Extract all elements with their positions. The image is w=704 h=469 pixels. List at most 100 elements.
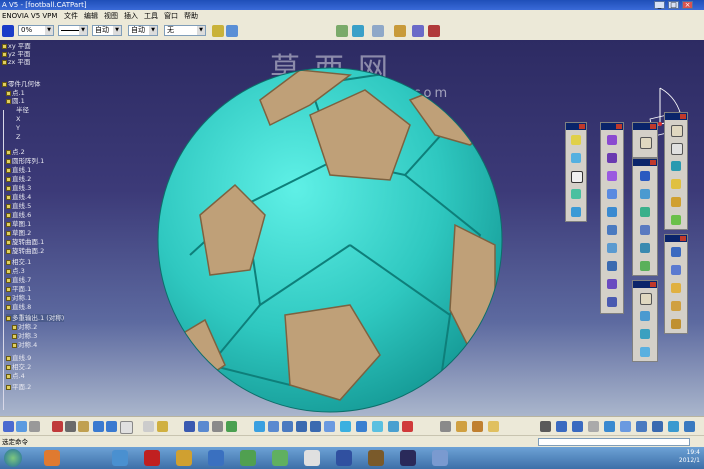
constraint-icon[interactable] bbox=[620, 421, 631, 432]
copy-icon[interactable] bbox=[65, 421, 76, 432]
pan-icon[interactable] bbox=[268, 421, 279, 432]
tree-node[interactable]: 对称.2 bbox=[12, 323, 37, 331]
tree-node[interactable]: 对称.3 bbox=[12, 332, 37, 340]
toolbar-wireframe[interactable] bbox=[565, 122, 587, 222]
tree-node[interactable]: 草图.1 bbox=[6, 220, 31, 228]
fillet-icon[interactable] bbox=[394, 25, 406, 37]
symmetry-tool-icon[interactable] bbox=[671, 125, 683, 137]
render-icon[interactable] bbox=[652, 421, 663, 432]
tree-node[interactable]: 直线.6 bbox=[6, 211, 31, 219]
pdf-icon[interactable] bbox=[144, 450, 160, 466]
measure-icon[interactable] bbox=[428, 25, 440, 37]
tree-node[interactable]: yz 平面 bbox=[2, 50, 30, 58]
menu-window[interactable]: 窗口 bbox=[164, 10, 178, 22]
close-icon[interactable] bbox=[579, 124, 585, 129]
helix-tool-icon[interactable] bbox=[640, 347, 650, 357]
revolve-surface-icon[interactable] bbox=[607, 153, 617, 163]
toolbar-tools[interactable] bbox=[632, 280, 658, 362]
law-tool-icon[interactable] bbox=[640, 293, 652, 305]
axis-to-axis-icon[interactable] bbox=[671, 179, 681, 189]
transparency-select[interactable]: 0% ▼ bbox=[18, 25, 54, 36]
toolbar-operations-2[interactable] bbox=[632, 158, 658, 276]
join-icon[interactable] bbox=[412, 25, 424, 37]
browser-icon[interactable] bbox=[44, 450, 60, 466]
point-tool-icon[interactable] bbox=[571, 135, 581, 145]
formula-icon[interactable] bbox=[143, 421, 154, 432]
plane-icon[interactable] bbox=[352, 25, 364, 37]
tree-node[interactable]: 半径 bbox=[16, 106, 29, 114]
print-icon[interactable] bbox=[29, 421, 40, 432]
color-swatch-icon[interactable] bbox=[2, 25, 14, 37]
sweep-surface-icon[interactable] bbox=[607, 207, 617, 217]
extrapolate-tool-icon[interactable] bbox=[671, 197, 681, 207]
extrude-surface-icon[interactable] bbox=[607, 135, 617, 145]
tree-node[interactable]: 直线.2 bbox=[6, 175, 31, 183]
start-button-icon[interactable] bbox=[4, 449, 22, 467]
photo-icon[interactable] bbox=[432, 450, 448, 466]
tree-node[interactable]: 圆.1 bbox=[6, 97, 25, 105]
tree-node[interactable]: Z bbox=[16, 133, 20, 141]
tree-node[interactable]: 直线.3 bbox=[6, 184, 31, 192]
command-input[interactable] bbox=[538, 438, 690, 446]
toolbar-operations-1[interactable] bbox=[632, 122, 658, 158]
environment-icon[interactable] bbox=[668, 421, 679, 432]
paste-icon[interactable] bbox=[78, 421, 89, 432]
tree-node[interactable]: 直线.8 bbox=[6, 303, 31, 311]
fill-surface-icon[interactable] bbox=[607, 225, 617, 235]
tree-node[interactable]: 点.4 bbox=[6, 372, 25, 380]
messenger-icon[interactable] bbox=[272, 450, 288, 466]
tree-node[interactable]: 相交.2 bbox=[6, 363, 31, 371]
sphere-surface-icon[interactable] bbox=[607, 171, 617, 181]
trim-surface-icon[interactable] bbox=[607, 297, 617, 307]
close-icon[interactable] bbox=[680, 114, 686, 119]
snap-icon[interactable] bbox=[556, 421, 567, 432]
media-icon[interactable] bbox=[336, 450, 352, 466]
translate-tool-icon[interactable] bbox=[640, 243, 650, 253]
paint-icon[interactable] bbox=[212, 25, 224, 37]
minimize-icon[interactable]: _ bbox=[654, 1, 665, 9]
scaling-tool-icon[interactable] bbox=[671, 143, 683, 155]
sketcher-icon[interactable] bbox=[440, 421, 451, 432]
projection-tool-icon[interactable] bbox=[571, 189, 581, 199]
menu-insert[interactable]: 插入 bbox=[124, 10, 138, 22]
circle-tool-icon[interactable] bbox=[571, 207, 581, 217]
tree-node[interactable]: 直线.1 bbox=[6, 166, 31, 174]
table-icon[interactable] bbox=[588, 421, 599, 432]
parallel-curve-icon[interactable] bbox=[640, 311, 650, 321]
tree-node[interactable]: Y bbox=[16, 124, 20, 132]
tree-node[interactable]: 点.1 bbox=[6, 89, 25, 97]
toolbar-surfaces[interactable] bbox=[600, 122, 624, 314]
tree-node[interactable]: 旋转曲面.2 bbox=[6, 247, 44, 255]
shading-icon[interactable] bbox=[356, 421, 367, 432]
linetype-select[interactable]: ▼ bbox=[58, 25, 88, 36]
axis-cmd-icon[interactable] bbox=[488, 421, 499, 432]
catalog-icon[interactable] bbox=[184, 421, 195, 432]
menu-view[interactable]: 视图 bbox=[104, 10, 118, 22]
tree-node-selected[interactable]: 多重输出.1 (对称) bbox=[6, 314, 65, 322]
tree-node[interactable]: 旋转曲面.1 bbox=[6, 238, 44, 246]
swap-visible-icon[interactable] bbox=[388, 421, 399, 432]
cut-icon[interactable] bbox=[52, 421, 63, 432]
explorer-icon[interactable] bbox=[112, 450, 128, 466]
close-icon[interactable] bbox=[650, 160, 656, 165]
chat-icon[interactable] bbox=[240, 450, 256, 466]
grid-icon[interactable] bbox=[540, 421, 551, 432]
clock[interactable]: 19:4 2012/1 bbox=[679, 449, 700, 465]
close-icon[interactable] bbox=[616, 124, 622, 129]
close-icon[interactable]: × bbox=[682, 1, 693, 9]
measure-tool-icon[interactable] bbox=[402, 421, 413, 432]
plane-tool-icon[interactable] bbox=[571, 171, 583, 183]
help-icon[interactable] bbox=[120, 421, 133, 434]
fillet-tool-icon[interactable] bbox=[640, 225, 650, 235]
extrude-icon[interactable] bbox=[372, 25, 384, 37]
line-cmd-icon[interactable] bbox=[472, 421, 483, 432]
toolbar-replication[interactable] bbox=[664, 112, 688, 230]
knowledge-icon[interactable] bbox=[198, 421, 209, 432]
affinity-tool-icon[interactable] bbox=[671, 161, 681, 171]
paint-app-icon[interactable] bbox=[304, 450, 320, 466]
select-icon[interactable] bbox=[226, 421, 237, 432]
zoom-in-icon[interactable] bbox=[296, 421, 307, 432]
curvature-icon[interactable] bbox=[671, 283, 681, 293]
menu-file[interactable]: 文件 bbox=[64, 10, 78, 22]
tree-node[interactable]: 对称.1 bbox=[6, 294, 31, 302]
